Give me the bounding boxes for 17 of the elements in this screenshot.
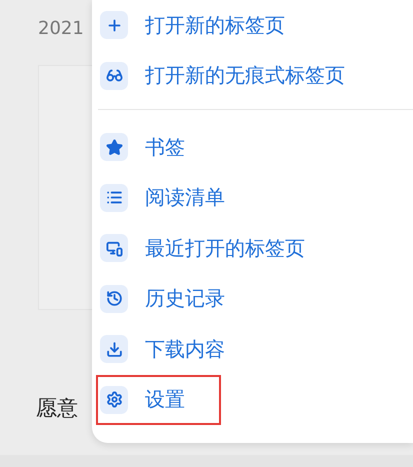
menu-item[interactable]: 打开新的无痕式标签页 [98,50,353,101]
history-icon [100,284,128,313]
menu-item[interactable]: 历史记录 [92,274,233,324]
menu-item[interactable]: 最近打开的标签页 [92,223,313,274]
settings-icon [100,386,128,414]
glasses-icon [100,62,128,90]
devices-icon [100,234,128,262]
date-text: 2021 [38,18,85,39]
download-icon [100,335,128,364]
menu-item[interactable]: 书签 [92,122,193,172]
menu-item[interactable]: 阅读清单 [92,172,233,223]
page-text: 愿意 [36,395,79,422]
menu-item[interactable]: 打开新的标签页 [98,0,293,50]
menu-item[interactable]: 设置 [96,374,221,425]
list-icon [100,184,128,212]
plus-icon [100,11,128,40]
menu-item[interactable]: 下载内容 [92,324,233,374]
